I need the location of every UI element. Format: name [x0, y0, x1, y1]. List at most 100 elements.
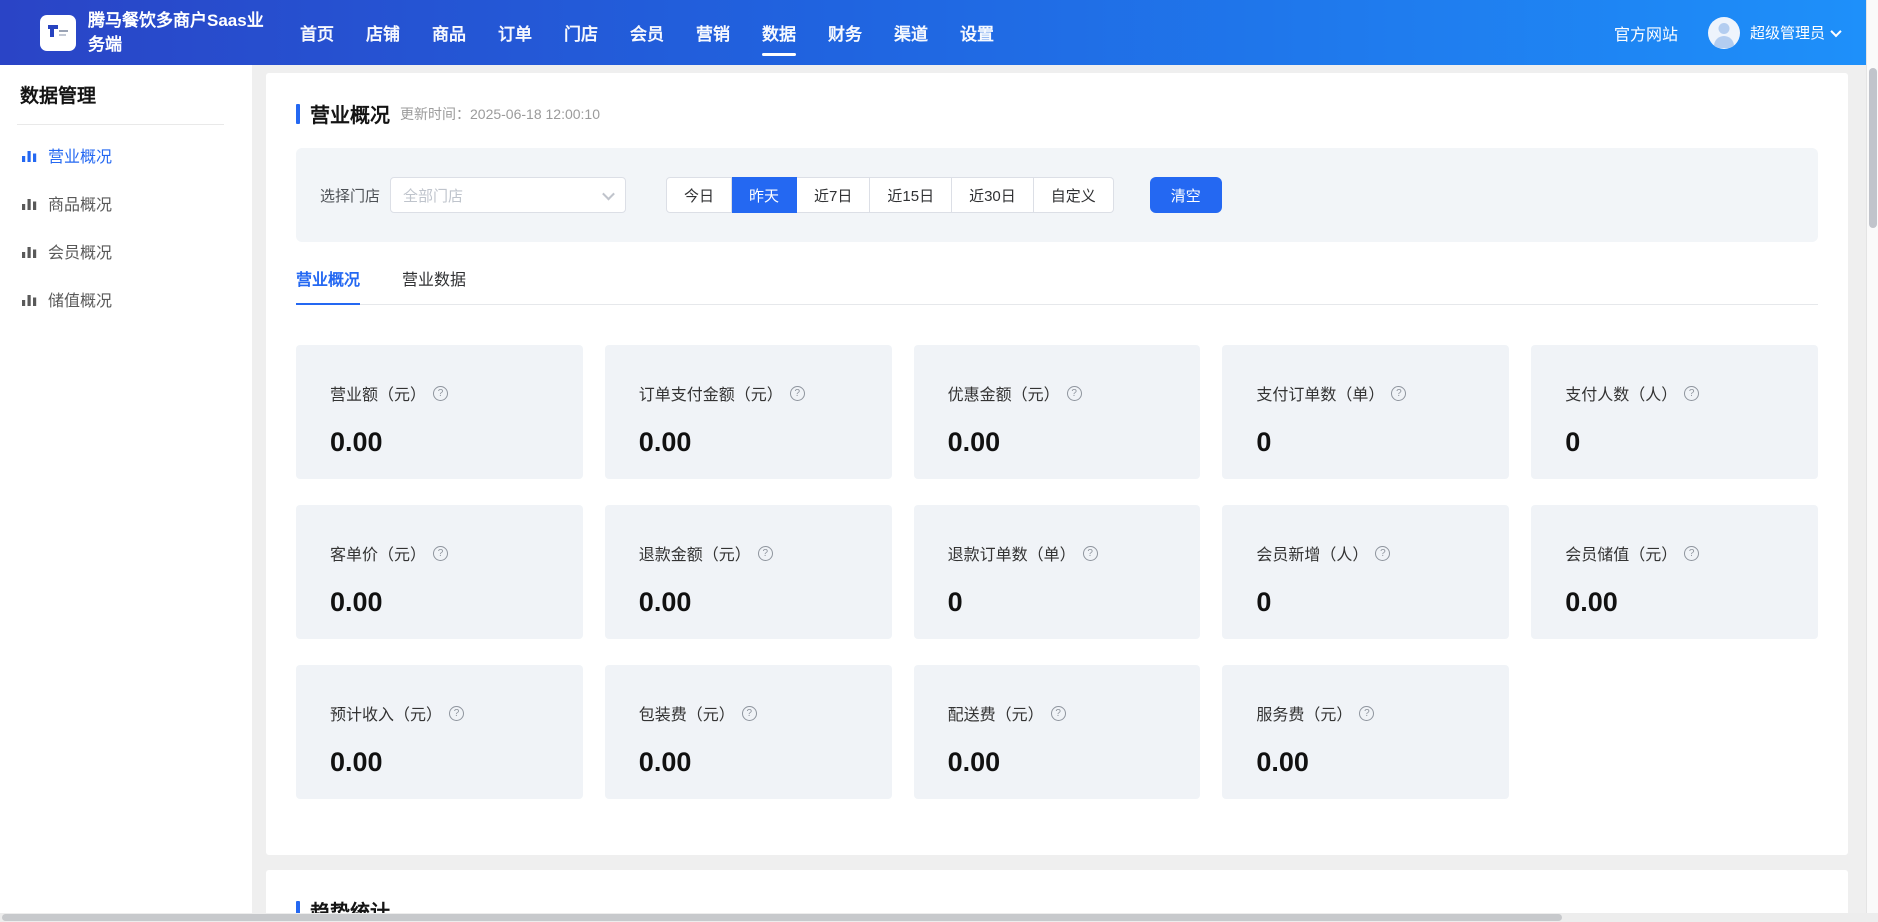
stat-card-value: 0: [1256, 587, 1499, 618]
stat-card-label: 包装费（元）?: [639, 701, 882, 725]
stat-card-label-text: 优惠金额（元）: [948, 381, 1060, 405]
stat-card-avg-order-value: 客单价（元）? 0.00: [296, 505, 583, 639]
user-name[interactable]: 超级管理员: [1750, 22, 1825, 43]
horizontal-scrollbar[interactable]: [0, 913, 1878, 922]
bar-chart-icon: [21, 147, 38, 164]
date-range-group: 今日昨天近7日近15日近30日自定义: [666, 177, 1114, 213]
section-header: 趋势统计: [296, 896, 1818, 913]
help-icon[interactable]: ?: [449, 706, 464, 721]
store-select[interactable]: 全部门店: [390, 177, 626, 213]
stat-card-label-text: 预计收入（元）: [330, 701, 442, 725]
stat-card-label-text: 服务费（元）: [1256, 701, 1352, 725]
help-icon[interactable]: ?: [758, 546, 773, 561]
nav-item-marketing[interactable]: 营销: [680, 0, 746, 65]
stat-card-value: 0: [1256, 427, 1499, 458]
tab-business-overview[interactable]: 营业概况: [296, 266, 360, 305]
range-button-custom[interactable]: 自定义: [1034, 177, 1114, 213]
help-icon[interactable]: ?: [790, 386, 805, 401]
avatar-person-icon: [1718, 23, 1729, 34]
help-icon[interactable]: ?: [1083, 546, 1098, 561]
main-content: 营业概况 更新时间：2025-06-18 12:00:10 选择门店 全部门店 …: [252, 65, 1866, 913]
divider: [17, 124, 224, 125]
help-icon[interactable]: ?: [742, 706, 757, 721]
help-icon[interactable]: ?: [433, 546, 448, 561]
help-icon[interactable]: ?: [1067, 386, 1082, 401]
stat-card-label: 服务费（元）?: [1256, 701, 1499, 725]
stat-card-label-text: 配送费（元）: [948, 701, 1044, 725]
store-select-placeholder: 全部门店: [403, 185, 604, 206]
nav-item-channel[interactable]: 渠道: [878, 0, 944, 65]
main-nav: 首页店铺商品订单门店会员营销数据财务渠道设置: [284, 0, 1010, 65]
stat-card-order-paid-amount: 订单支付金额（元）?0.00: [605, 345, 892, 479]
stat-card-value: 0.00: [1256, 747, 1499, 778]
stat-card-value: 0.00: [330, 587, 573, 618]
nav-item-store[interactable]: 门店: [548, 0, 614, 65]
stat-card-label: 会员新增（人）?: [1256, 541, 1499, 565]
avatar-person-icon: [1714, 36, 1734, 48]
stat-card-value: 0: [1565, 427, 1808, 458]
sidebar-item-stored-value-overview[interactable]: 储值概况: [0, 275, 252, 323]
stat-card-label: 营业额（元）?: [330, 381, 573, 405]
stat-card-value: 0: [948, 587, 1191, 618]
bar-chart-icon: [21, 243, 38, 260]
sidebar-item-business-overview[interactable]: 营业概况: [0, 131, 252, 179]
range-button-last15[interactable]: 近15日: [870, 177, 952, 213]
overview-tabs: 营业概况 营业数据: [296, 266, 1818, 305]
stat-card-refund-amount: 退款金额（元）? 0.00: [605, 505, 892, 639]
range-button-last7[interactable]: 近7日: [797, 177, 870, 213]
sidebar-title: 数据管理: [20, 81, 252, 108]
app-title: 腾马餐饮多商户Saas业务端: [88, 9, 270, 57]
chevron-down-icon[interactable]: [1830, 25, 1841, 36]
sidebar: 数据管理 营业概况商品概况会员概况储值概况: [0, 65, 252, 922]
help-icon[interactable]: ?: [1391, 386, 1406, 401]
vertical-scrollbar-thumb[interactable]: [1869, 68, 1877, 228]
section-accent-bar: [296, 901, 300, 914]
help-icon[interactable]: ?: [433, 386, 448, 401]
nav-item-settings[interactable]: 设置: [944, 0, 1010, 65]
app-logo: [40, 15, 76, 51]
range-button-yesterday[interactable]: 昨天: [732, 177, 797, 213]
section-accent-bar: [296, 104, 300, 124]
stat-card-value: 0.00: [948, 427, 1191, 458]
sidebar-item-member-overview[interactable]: 会员概况: [0, 227, 252, 275]
stat-card-label: 预计收入（元）?: [330, 701, 573, 725]
nav-item-finance[interactable]: 财务: [812, 0, 878, 65]
nav-item-shop[interactable]: 店铺: [350, 0, 416, 65]
stat-card-label-text: 退款金额（元）: [639, 541, 751, 565]
logo-mark-icon: [45, 20, 71, 46]
stat-card-label-text: 营业额（元）: [330, 381, 426, 405]
stat-card-label: 会员储值（元）?: [1565, 541, 1808, 565]
stat-card-revenue: 营业额（元）?0.00: [296, 345, 583, 479]
stat-card-label-text: 支付人数（人）: [1565, 381, 1677, 405]
stat-card-value: 0.00: [639, 587, 882, 618]
stat-card-label-text: 客单价（元）: [330, 541, 426, 565]
range-button-last30[interactable]: 近30日: [952, 177, 1034, 213]
help-icon[interactable]: ?: [1684, 546, 1699, 561]
range-button-today[interactable]: 今日: [666, 177, 732, 213]
nav-item-home[interactable]: 首页: [284, 0, 350, 65]
stat-card-paid-user-count: 支付人数（人）? 0: [1531, 345, 1818, 479]
stat-card-label: 支付人数（人）?: [1565, 381, 1808, 405]
nav-item-data[interactable]: 数据: [746, 0, 812, 65]
help-icon[interactable]: ?: [1684, 386, 1699, 401]
official-site-link[interactable]: 官方网站: [1614, 21, 1678, 45]
user-avatar[interactable]: [1708, 17, 1740, 49]
nav-item-member[interactable]: 会员: [614, 0, 680, 65]
stat-card-label-text: 支付订单数（单）: [1256, 381, 1384, 405]
help-icon[interactable]: ?: [1375, 546, 1390, 561]
tab-business-data[interactable]: 营业数据: [402, 266, 466, 305]
nav-item-goods[interactable]: 商品: [416, 0, 482, 65]
help-icon[interactable]: ?: [1051, 706, 1066, 721]
horizontal-scrollbar-thumb[interactable]: [2, 914, 1562, 921]
stat-card-paid-order-count: 支付订单数（单）? 0: [1222, 345, 1509, 479]
stat-card-label: 订单支付金额（元）?: [639, 381, 882, 405]
clear-button[interactable]: 清空: [1150, 177, 1222, 213]
nav-item-order[interactable]: 订单: [482, 0, 548, 65]
stat-card-label: 退款金额（元）?: [639, 541, 882, 565]
help-icon[interactable]: ?: [1359, 706, 1374, 721]
stat-card-member-stored-value: 会员储值（元）?0.00: [1531, 505, 1818, 639]
vertical-scrollbar[interactable]: [1866, 0, 1878, 913]
sidebar-item-label: 商品概况: [48, 191, 112, 215]
sidebar-item-goods-overview[interactable]: 商品概况: [0, 179, 252, 227]
stat-card-label-text: 会员新增（人）: [1256, 541, 1368, 565]
